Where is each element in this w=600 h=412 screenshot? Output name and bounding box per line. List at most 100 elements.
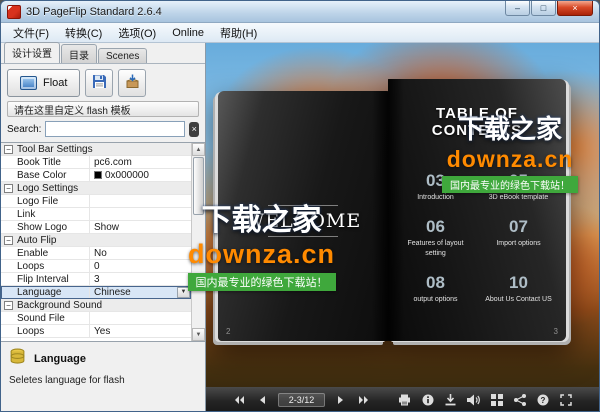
toc-entry[interactable]: 06 Features of layout setting xyxy=(396,217,475,258)
thumbnails-icon[interactable] xyxy=(489,393,504,408)
book-right-page[interactable]: TABLE OF CONTENTS 03 Introduction 05 3D … xyxy=(388,79,566,341)
menu-help[interactable]: 帮助(H) xyxy=(212,23,265,43)
property-value[interactable]: 0x000000 xyxy=(89,169,191,181)
property-value[interactable] xyxy=(89,208,191,220)
menu-options[interactable]: 选项(O) xyxy=(110,23,164,43)
toc-entry[interactable]: 05 3D eBook template xyxy=(479,171,558,202)
search-input[interactable] xyxy=(45,121,185,137)
property-value[interactable]: 3 xyxy=(89,273,191,285)
property-value[interactable]: Show xyxy=(89,221,191,233)
property-value[interactable]: 0 xyxy=(89,260,191,272)
template-hint-bar[interactable]: 请在这里自定义 flash 模板 xyxy=(7,101,199,117)
share-icon[interactable] xyxy=(512,393,527,408)
property-row-link[interactable]: Link xyxy=(1,208,191,221)
minimize-button[interactable]: – xyxy=(505,1,530,16)
property-label: Enable xyxy=(1,248,89,259)
prev-page-button[interactable] xyxy=(255,393,270,408)
property-row-sound-file[interactable]: Sound File xyxy=(1,312,191,325)
player-toolbar: 2-3/12 ? xyxy=(206,387,599,412)
property-group-tool-bar-settings[interactable]: − Tool Bar Settings xyxy=(1,143,191,156)
download-icon[interactable] xyxy=(443,393,458,408)
help-icon[interactable]: ? xyxy=(535,393,550,408)
info-icon[interactable] xyxy=(420,393,435,408)
property-group-logo-settings[interactable]: − Logo Settings xyxy=(1,182,191,195)
tab-toc[interactable]: 目录 xyxy=(61,44,97,63)
tab-scenes[interactable]: Scenes xyxy=(98,48,147,63)
property-value[interactable]: Yes xyxy=(89,325,191,337)
left-page-number: 2 xyxy=(226,327,230,336)
scrollbar-thumb[interactable] xyxy=(193,157,204,215)
property-row-sound-loops[interactable]: Loops Yes xyxy=(1,325,191,338)
first-page-button[interactable] xyxy=(232,393,247,408)
book-left-page[interactable]: WELCOME 2 xyxy=(218,91,388,341)
publish-button[interactable] xyxy=(118,69,146,97)
window-controls: – □ × xyxy=(504,1,593,16)
property-row-flip-interval[interactable]: Flip Interval 3 xyxy=(1,273,191,286)
group-label: Logo Settings xyxy=(17,183,78,194)
sound-icon[interactable] xyxy=(466,393,481,408)
toc-entry[interactable]: 10 About Us Contact US xyxy=(479,273,558,304)
toc-entry-number: 03 xyxy=(396,171,475,191)
property-label: Show Logo xyxy=(1,222,89,233)
scroll-down-icon[interactable]: ▼ xyxy=(192,328,205,341)
property-value[interactable]: pc6.com xyxy=(89,156,191,168)
collapse-icon[interactable]: − xyxy=(4,145,13,154)
panel-toolbar: Float xyxy=(1,63,205,101)
property-row-logo-file[interactable]: Logo File xyxy=(1,195,191,208)
next-page-button[interactable] xyxy=(333,393,348,408)
page-indicator: 2-3/12 xyxy=(278,393,326,407)
property-group-auto-flip[interactable]: − Auto Flip xyxy=(1,234,191,247)
property-value[interactable] xyxy=(89,195,191,207)
app-icon xyxy=(7,5,21,19)
scrollbar[interactable]: ▲ ▼ xyxy=(191,143,205,341)
property-row-enable[interactable]: Enable No xyxy=(1,247,191,260)
menu-file[interactable]: 文件(F) xyxy=(5,23,57,43)
scroll-up-icon[interactable]: ▲ xyxy=(192,143,205,156)
property-row-base-color[interactable]: Base Color 0x000000 xyxy=(1,169,191,182)
print-icon[interactable] xyxy=(397,393,412,408)
fullscreen-icon[interactable] xyxy=(558,393,573,408)
property-row-book-title[interactable]: Book Title pc6.com xyxy=(1,156,191,169)
property-description-panel: Language Seletes language for flash xyxy=(1,341,205,412)
language-value: Chinese xyxy=(94,287,131,298)
menu-online[interactable]: Online xyxy=(164,25,212,41)
description-title: Language xyxy=(34,353,86,365)
last-page-button[interactable] xyxy=(356,393,371,408)
property-row-loops[interactable]: Loops 0 xyxy=(1,260,191,273)
property-group-background-sound[interactable]: − Background Sound xyxy=(1,299,191,312)
save-button[interactable] xyxy=(85,69,113,97)
toc-entry[interactable]: 03 Introduction xyxy=(396,171,475,202)
toc-entry[interactable]: 07 Import options xyxy=(479,217,558,258)
collapse-icon[interactable]: − xyxy=(4,236,13,245)
close-button[interactable]: × xyxy=(557,1,593,16)
float-button[interactable]: Float xyxy=(7,69,80,97)
collapse-icon[interactable]: − xyxy=(4,184,13,193)
property-value[interactable] xyxy=(89,312,191,324)
maximize-button[interactable]: □ xyxy=(531,1,556,16)
toc-entry[interactable]: 08 output options xyxy=(396,273,475,304)
description-icon xyxy=(9,348,26,370)
search-clear-button[interactable]: × xyxy=(189,122,199,137)
toc-entry-number: 10 xyxy=(479,273,558,293)
dropdown-icon[interactable]: ▼ xyxy=(177,287,190,298)
app-window: 3D PageFlip Standard 2.6.4 – □ × 文件(F) 转… xyxy=(0,0,600,412)
toc-entry-number: 05 xyxy=(479,171,558,191)
property-label: Loops xyxy=(1,326,89,337)
save-icon xyxy=(92,74,107,92)
titlebar[interactable]: 3D PageFlip Standard 2.6.4 – □ × xyxy=(1,1,599,23)
property-row-language[interactable]: Language Chinese ▼ xyxy=(1,286,191,299)
color-swatch xyxy=(94,171,102,179)
book-preview[interactable]: WELCOME 2 TABLE OF CONTENTS 03 Introduct… xyxy=(218,73,570,341)
property-value[interactable]: No xyxy=(89,247,191,259)
search-row: Search: × xyxy=(1,119,205,142)
toc-entry-number: 06 xyxy=(396,217,475,237)
collapse-icon[interactable]: − xyxy=(4,301,13,310)
float-button-label: Float xyxy=(43,77,67,89)
tab-design-settings[interactable]: 设计设置 xyxy=(4,42,60,63)
property-value[interactable]: Chinese ▼ xyxy=(89,286,191,298)
scrollbar-track[interactable] xyxy=(192,156,205,328)
property-label: Language xyxy=(1,287,89,298)
property-row-show-logo[interactable]: Show Logo Show xyxy=(1,221,191,234)
menu-convert[interactable]: 转换(C) xyxy=(57,23,110,43)
toc-grid: 03 Introduction 05 3D eBook template 06 … xyxy=(396,171,558,305)
